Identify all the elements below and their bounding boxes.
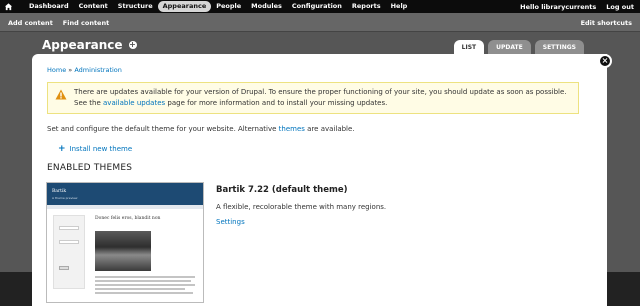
tab-list[interactable]: LIST	[453, 40, 485, 54]
intro-text: Set and configure the default theme for …	[47, 125, 355, 133]
admin-toolbar: Dashboard Content Structure Appearance P…	[0, 0, 640, 13]
toolbar-item-people[interactable]: People	[211, 1, 246, 12]
theme-description: A flexible, recolorable theme with many …	[216, 203, 387, 211]
screenshot-field	[59, 226, 79, 230]
add-shortcut-icon[interactable]: +	[128, 41, 137, 49]
user-greeting[interactable]: Hello librarycurrents	[520, 3, 596, 11]
toolbar-item-configuration[interactable]: Configuration	[287, 1, 347, 12]
enabled-themes-heading: ENABLED THEMES	[47, 163, 133, 173]
close-icon[interactable]: ×	[598, 54, 612, 68]
toolbar-item-structure[interactable]: Structure	[113, 1, 158, 12]
available-updates-link[interactable]: available updates	[103, 99, 165, 107]
theme-settings-link[interactable]: Settings	[216, 218, 245, 226]
screenshot-header: Bartik A theme preview	[47, 183, 203, 205]
logout-link[interactable]: Log out	[606, 3, 634, 11]
page-title: Appearance +	[42, 38, 137, 52]
intro-text-end: are available.	[307, 125, 355, 133]
breadcrumb-home[interactable]: Home	[47, 66, 66, 74]
screenshot-heading: Donec felis eros, blandit non	[95, 216, 161, 221]
find-content-shortcut[interactable]: Find content	[63, 19, 109, 27]
warning-text-end: page for more information and to install…	[167, 99, 388, 107]
screenshot-nav	[47, 205, 203, 209]
toolbar-item-modules[interactable]: Modules	[246, 1, 287, 12]
page-title-text: Appearance	[42, 38, 123, 52]
toolbar-item-dashboard[interactable]: Dashboard	[24, 1, 74, 12]
toolbar-item-help[interactable]: Help	[386, 1, 413, 12]
screenshot-text-line	[95, 276, 195, 278]
tabs: LIST UPDATE SETTINGS	[453, 40, 584, 54]
toolbar-item-reports[interactable]: Reports	[347, 1, 386, 12]
screenshot-sidebar	[53, 215, 85, 289]
screenshot-button	[59, 266, 69, 270]
shortcuts-bar: Add content Find content Edit shortcuts	[0, 13, 640, 32]
screenshot-text-line	[95, 280, 191, 282]
themes-link[interactable]: themes	[279, 125, 305, 133]
toolbar-menu: Dashboard Content Structure Appearance P…	[24, 0, 412, 13]
breadcrumb-separator: »	[68, 66, 73, 74]
tab-settings[interactable]: SETTINGS	[534, 40, 584, 54]
screenshot-field	[59, 240, 79, 244]
screenshot-text-line	[95, 292, 193, 294]
toolbar-user: Hello librarycurrents Log out	[520, 0, 634, 13]
update-warning: There are updates available for your ver…	[47, 82, 579, 114]
screenshot-text-line	[95, 288, 185, 290]
breadcrumb-administration[interactable]: Administration	[74, 66, 122, 74]
tab-update[interactable]: UPDATE	[488, 40, 531, 54]
screenshot-text-line	[95, 284, 195, 286]
add-content-shortcut[interactable]: Add content	[8, 19, 53, 27]
screenshot-slogan: A theme preview	[52, 196, 78, 200]
screenshot-site-name: Bartik	[52, 189, 67, 194]
install-new-theme-link[interactable]: + Install new theme	[58, 143, 133, 154]
intro-text-start: Set and configure the default theme for …	[47, 125, 277, 133]
screenshot-photo	[95, 231, 151, 271]
edit-shortcuts-link[interactable]: Edit shortcuts	[581, 19, 632, 27]
install-new-theme-label: Install new theme	[69, 145, 133, 153]
theme-name: Bartik 7.22 (default theme)	[216, 185, 348, 195]
toolbar-item-content[interactable]: Content	[74, 1, 113, 12]
theme-screenshot: Bartik A theme preview Donec felis eros,…	[46, 182, 204, 303]
toolbar-item-appearance[interactable]: Appearance	[157, 1, 212, 12]
home-icon[interactable]	[4, 2, 13, 11]
breadcrumb: Home » Administration	[47, 66, 122, 74]
warning-icon	[55, 89, 67, 100]
plus-icon: +	[58, 143, 66, 154]
